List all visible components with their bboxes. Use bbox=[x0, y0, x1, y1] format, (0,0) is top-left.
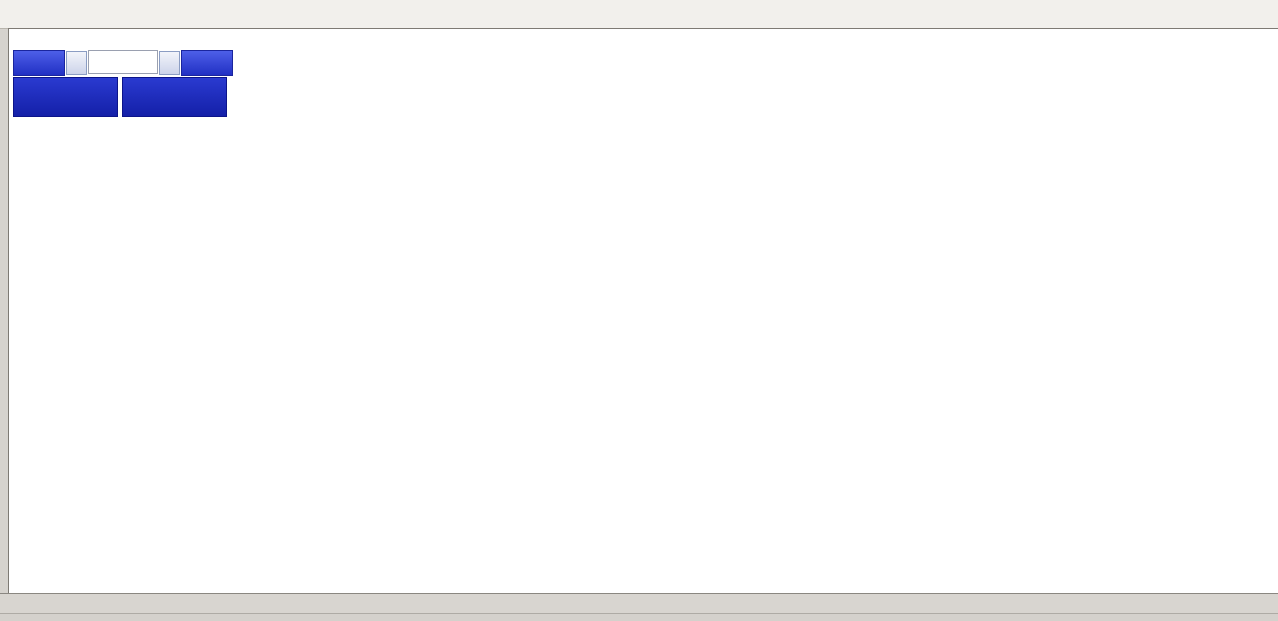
sell-button[interactable] bbox=[13, 50, 65, 76]
buy-button[interactable] bbox=[181, 50, 233, 76]
macd-indicator-label bbox=[13, 433, 23, 445]
volume-decrease-button[interactable] bbox=[66, 51, 87, 75]
sell-price-button[interactable] bbox=[13, 77, 118, 117]
chart-tabs-bar bbox=[0, 593, 1278, 614]
volume-increase-button[interactable] bbox=[159, 51, 180, 75]
buy-price-button[interactable] bbox=[122, 77, 227, 117]
chart-window bbox=[8, 28, 1278, 594]
rsi-indicator-label bbox=[13, 489, 18, 501]
volume-input[interactable] bbox=[88, 50, 158, 74]
one-click-trading-panel bbox=[13, 50, 233, 117]
timeframe-toolbar bbox=[0, 0, 1278, 29]
chart-title bbox=[17, 36, 29, 48]
mt4-window bbox=[0, 0, 1278, 621]
status-strip bbox=[0, 613, 1278, 621]
